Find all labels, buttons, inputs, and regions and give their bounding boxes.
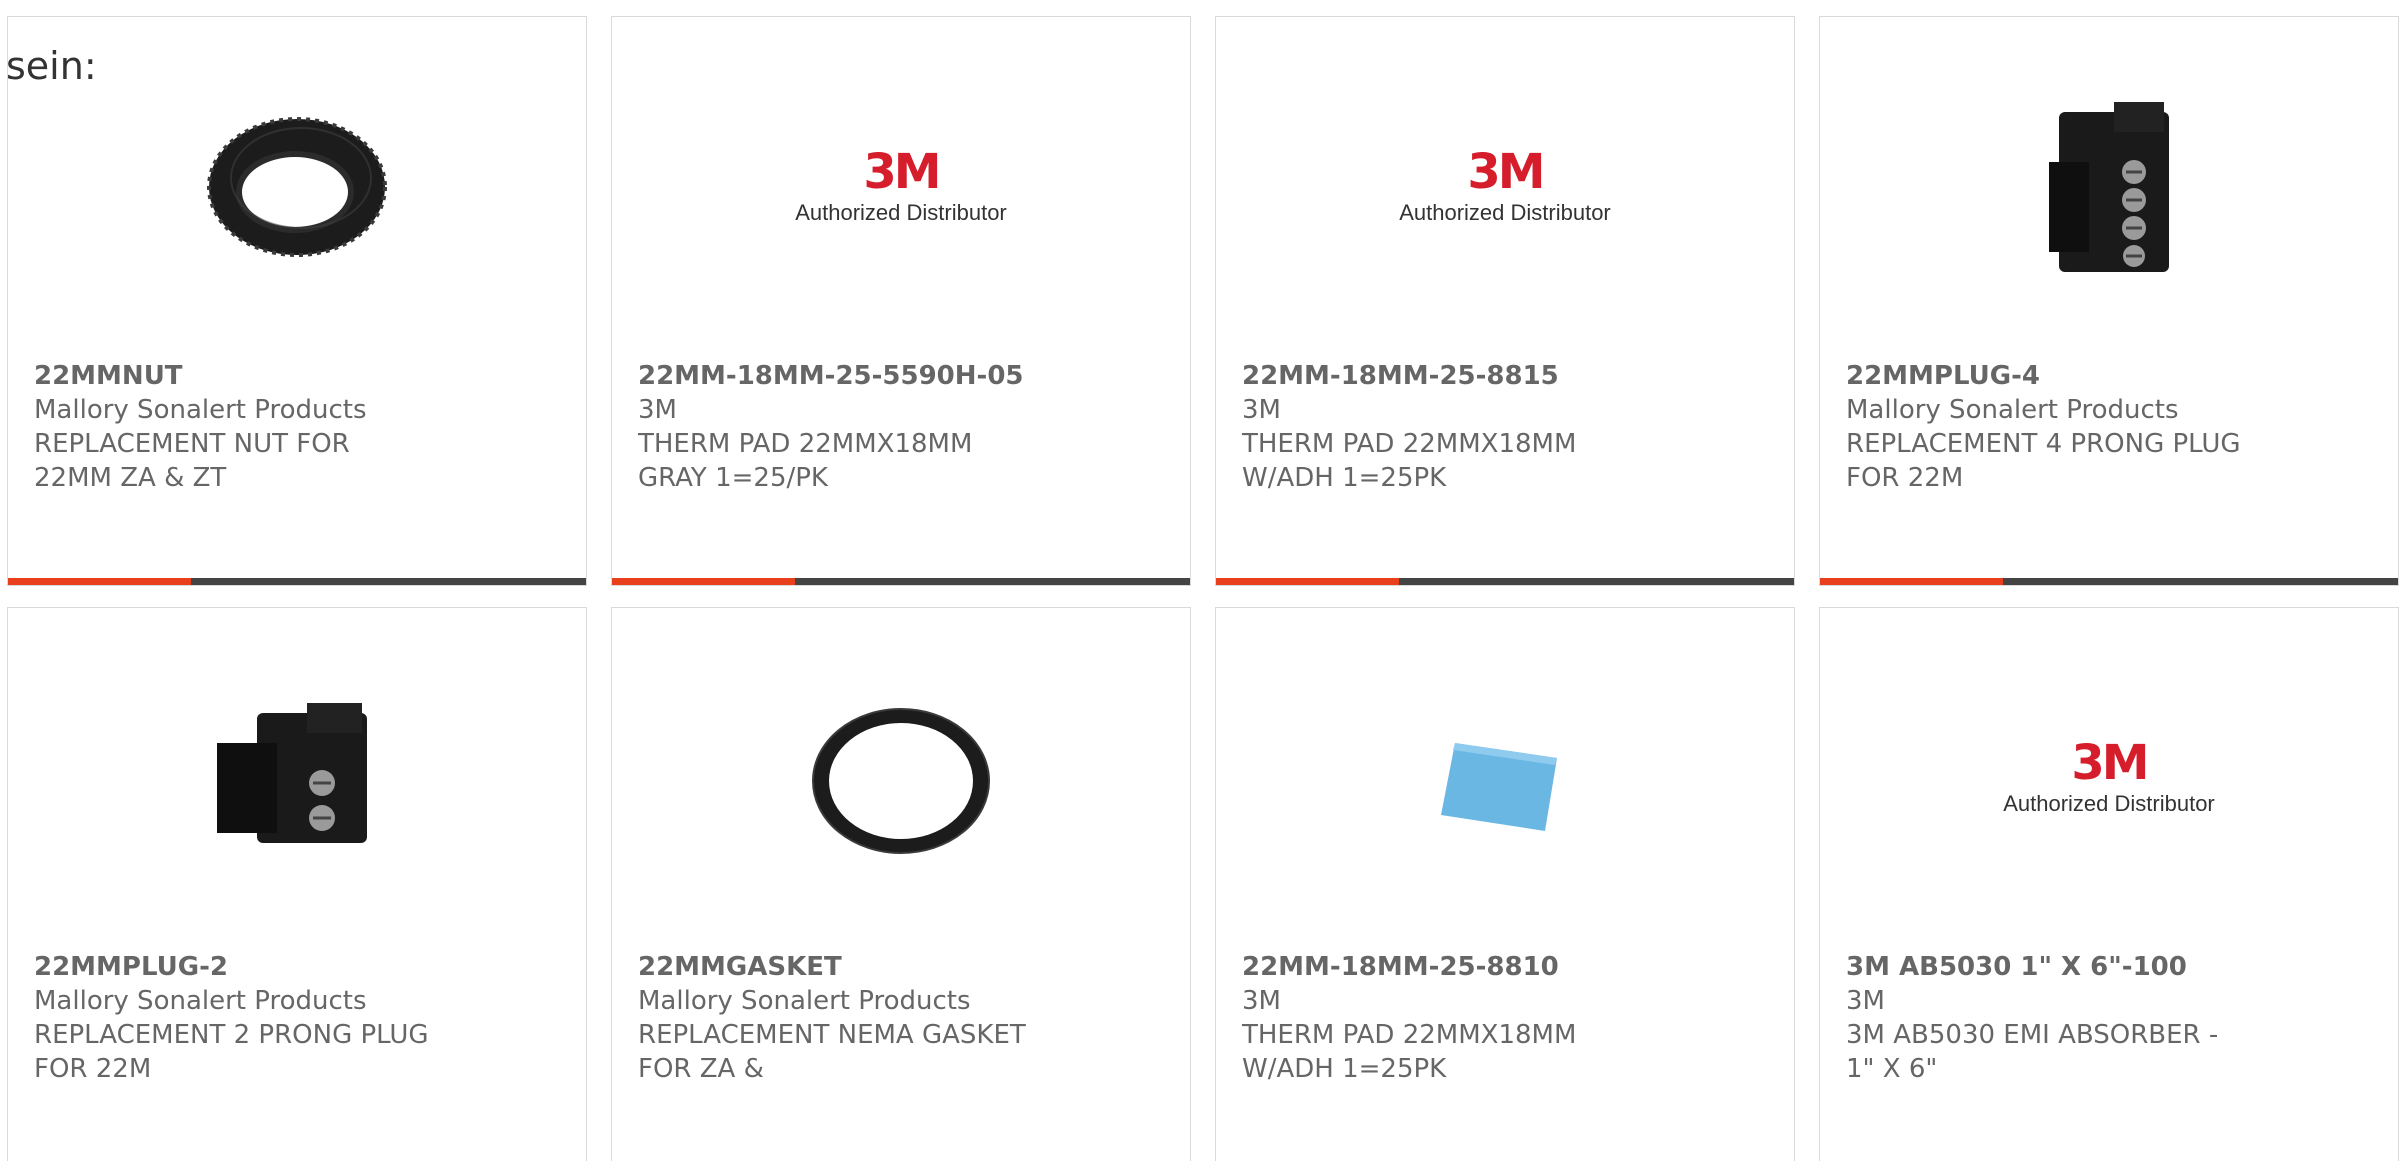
product-description: 3M AB5030 EMI ABSORBER - 1" X 6" <box>1846 1020 2219 1084</box>
product-description: THERM PAD 22MMX18MM GRAY 1=25/PK <box>638 429 973 493</box>
two-prong-plug-icon <box>217 703 367 843</box>
product-card[interactable]: 3M Authorized Distributor 22MM-18MM-25-8… <box>1215 16 1795 586</box>
product-grid-page: sein: 22MMNUT Mallory Sonalert Products … <box>0 0 2400 1161</box>
brand-name: Mallory Sonalert Products <box>34 986 367 1016</box>
product-card[interactable]: 22MMPLUG-2 Mallory Sonalert Products REP… <box>7 607 587 1161</box>
3m-logo: 3M Authorized Distributor <box>2003 739 2215 817</box>
logo-subtitle: Authorized Distributor <box>2003 791 2215 816</box>
four-prong-plug-icon <box>2049 102 2169 272</box>
product-description: REPLACEMENT NEMA GASKET FOR ZA & <box>638 1020 1026 1084</box>
card-bar-accent <box>8 578 191 585</box>
product-card[interactable]: 3M Authorized Distributor 3M AB5030 1" X… <box>1819 607 2399 1161</box>
product-card[interactable]: 22MMNUT Mallory Sonalert Products REPLAC… <box>7 16 587 586</box>
brand-name: 3M <box>1242 395 1281 425</box>
brand-name: 3M <box>1846 986 1885 1016</box>
product-image[interactable] <box>612 678 1190 878</box>
part-number[interactable]: 22MMPLUG-2 <box>34 950 434 984</box>
top-label: sein: <box>6 44 97 88</box>
product-text: 22MMNUT Mallory Sonalert Products REPLAC… <box>34 359 434 495</box>
product-text: 22MM-18MM-25-8815 3M THERM PAD 22MMX18MM… <box>1242 359 1642 495</box>
brand-name: Mallory Sonalert Products <box>1846 395 2179 425</box>
product-card[interactable]: 3M Authorized Distributor 22MM-18MM-25-5… <box>611 16 1191 586</box>
product-card[interactable]: 22MMGASKET Mallory Sonalert Products REP… <box>611 607 1191 1161</box>
logo-mark: 3M <box>1467 144 1545 200</box>
brand-name: Mallory Sonalert Products <box>638 986 971 1016</box>
product-text: 22MMGASKET Mallory Sonalert Products REP… <box>638 950 1038 1086</box>
product-image[interactable] <box>8 87 586 287</box>
part-number[interactable]: 22MM-18MM-25-8815 <box>1242 359 1642 393</box>
part-number[interactable]: 22MMPLUG-4 <box>1846 359 2246 393</box>
card-bar-accent <box>1820 578 2003 585</box>
ring-nut-icon <box>207 117 387 257</box>
product-image[interactable] <box>1216 678 1794 878</box>
product-image[interactable]: 3M Authorized Distributor <box>1820 678 2398 878</box>
logo-subtitle: Authorized Distributor <box>795 200 1007 225</box>
product-card[interactable]: 22MM-18MM-25-8810 3M THERM PAD 22MMX18MM… <box>1215 607 1795 1161</box>
thermal-pad-icon <box>1441 743 1557 831</box>
product-description: THERM PAD 22MMX18MM W/ADH 1=25PK <box>1242 1020 1577 1084</box>
product-description: REPLACEMENT 2 PRONG PLUG FOR 22M <box>34 1020 429 1084</box>
product-description: REPLACEMENT 4 PRONG PLUG FOR 22M <box>1846 429 2241 493</box>
product-text: 22MM-18MM-25-5590H-05 3M THERM PAD 22MMX… <box>638 359 1038 495</box>
card-bar <box>612 578 1190 585</box>
product-text: 22MMPLUG-2 Mallory Sonalert Products REP… <box>34 950 434 1086</box>
product-text: 3M AB5030 1" X 6"-100 3M 3M AB5030 EMI A… <box>1846 950 2246 1086</box>
part-number[interactable]: 22MM-18MM-25-8810 <box>1242 950 1642 984</box>
product-image[interactable]: 3M Authorized Distributor <box>612 87 1190 287</box>
card-bar-accent <box>612 578 795 585</box>
product-description: THERM PAD 22MMX18MM W/ADH 1=25PK <box>1242 429 1577 493</box>
product-image[interactable] <box>1820 87 2398 287</box>
3m-logo: 3M Authorized Distributor <box>1399 148 1611 226</box>
logo-mark: 3M <box>2071 735 2149 791</box>
card-bar-accent <box>1216 578 1399 585</box>
card-bar <box>8 578 586 585</box>
gasket-icon <box>812 708 990 854</box>
brand-name: 3M <box>638 395 677 425</box>
product-card[interactable]: 22MMPLUG-4 Mallory Sonalert Products REP… <box>1819 16 2399 586</box>
part-number[interactable]: 22MM-18MM-25-5590H-05 <box>638 359 1038 393</box>
product-image[interactable] <box>8 678 586 878</box>
part-number[interactable]: 3M AB5030 1" X 6"-100 <box>1846 950 2246 984</box>
product-image[interactable]: 3M Authorized Distributor <box>1216 87 1794 287</box>
3m-logo: 3M Authorized Distributor <box>795 148 1007 226</box>
brand-name: 3M <box>1242 986 1281 1016</box>
logo-subtitle: Authorized Distributor <box>1399 200 1611 225</box>
card-bar <box>1216 578 1794 585</box>
product-text: 22MM-18MM-25-8810 3M THERM PAD 22MMX18MM… <box>1242 950 1642 1086</box>
logo-mark: 3M <box>863 144 941 200</box>
card-bar <box>1820 578 2398 585</box>
part-number[interactable]: 22MMGASKET <box>638 950 1038 984</box>
product-text: 22MMPLUG-4 Mallory Sonalert Products REP… <box>1846 359 2246 495</box>
brand-name: Mallory Sonalert Products <box>34 395 367 425</box>
product-description: REPLACEMENT NUT FOR 22MM ZA & ZT <box>34 429 350 493</box>
part-number[interactable]: 22MMNUT <box>34 359 434 393</box>
